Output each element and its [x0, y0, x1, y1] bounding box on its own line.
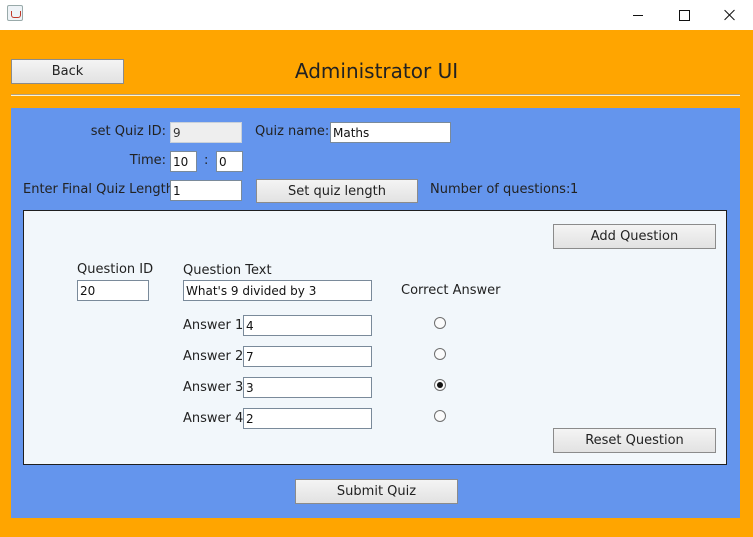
- question-text-label: Question Text: [183, 263, 272, 278]
- quiz-name-field[interactable]: [330, 122, 451, 143]
- question-text-field[interactable]: [183, 280, 372, 301]
- maximize-button[interactable]: [661, 0, 707, 30]
- submit-quiz-button[interactable]: Submit Quiz: [295, 479, 458, 504]
- quiz-id-label: set Quiz ID:: [90, 124, 166, 139]
- answer-3-field[interactable]: [243, 377, 372, 398]
- quiz-id-field: [170, 122, 242, 143]
- question-id-field[interactable]: [77, 280, 149, 301]
- time-label: Time:: [129, 153, 166, 168]
- answer-2-label: Answer 2: [183, 349, 244, 364]
- answer-4-label: Answer 4: [183, 411, 244, 426]
- header-separator: [11, 94, 740, 96]
- answer-2-correct-radio[interactable]: [434, 348, 446, 360]
- quiz-name-label: Quiz name:: [255, 124, 330, 139]
- close-icon: [724, 9, 736, 21]
- final-quiz-length-label: Enter Final Quiz Length:: [23, 182, 179, 197]
- minimize-button[interactable]: [615, 0, 661, 30]
- correct-answer-label: Correct Answer: [401, 283, 501, 298]
- set-quiz-length-button[interactable]: Set quiz length: [256, 179, 418, 203]
- time-seconds-field[interactable]: [216, 151, 243, 172]
- window-titlebar: [0, 0, 753, 30]
- answer-1-label: Answer 1: [183, 318, 244, 333]
- page-title: Administrator UI: [294, 59, 459, 83]
- answer-1-correct-radio[interactable]: [434, 317, 446, 329]
- minimize-icon: [633, 14, 643, 16]
- time-minutes-field[interactable]: [170, 151, 197, 172]
- maximize-icon: [678, 9, 690, 21]
- answer-3-label: Answer 3: [183, 380, 244, 395]
- add-question-button[interactable]: Add Question: [553, 224, 716, 249]
- answer-4-field[interactable]: [243, 408, 372, 429]
- question-id-label: Question ID: [77, 262, 154, 277]
- number-of-questions-value: 1: [570, 182, 579, 197]
- answer-3-correct-radio[interactable]: [434, 379, 446, 391]
- final-quiz-length-field[interactable]: [170, 180, 242, 201]
- answer-1-field[interactable]: [243, 315, 372, 336]
- answer-4-correct-radio[interactable]: [434, 410, 446, 422]
- close-button[interactable]: [707, 0, 753, 30]
- answer-2-field[interactable]: [243, 346, 372, 367]
- java-app-icon: [7, 5, 23, 21]
- number-of-questions-label: Number of questions:: [430, 182, 571, 197]
- reset-question-button[interactable]: Reset Question: [553, 428, 716, 453]
- time-separator: :: [204, 153, 209, 168]
